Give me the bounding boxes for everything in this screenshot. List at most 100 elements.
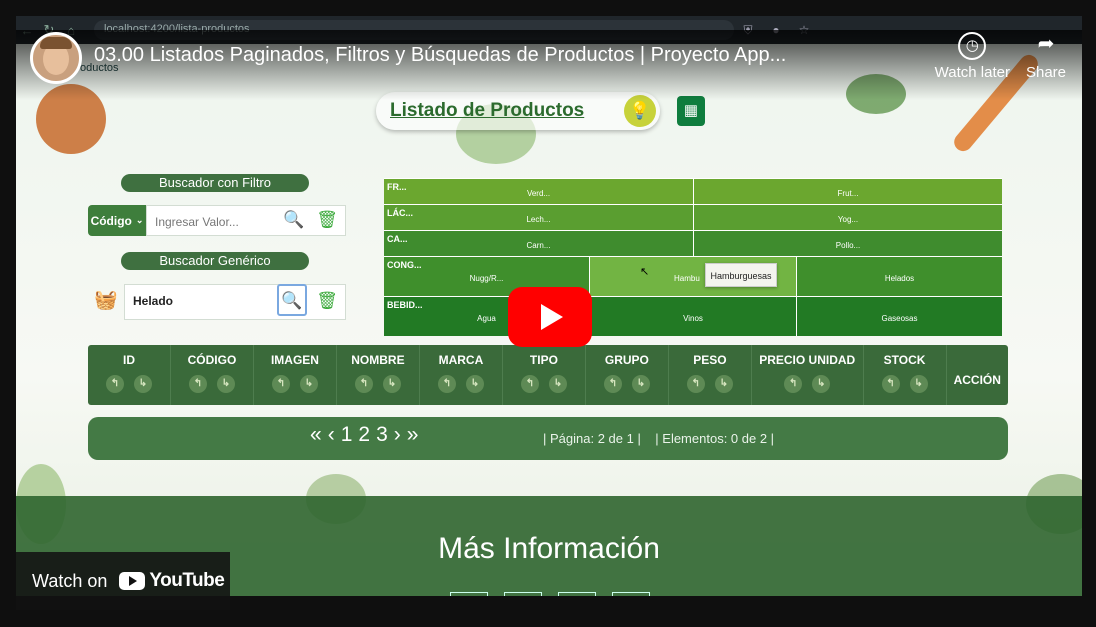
category-label[interactable]: LÁC...: [387, 208, 413, 218]
column-header: ID ↰ ↳: [88, 345, 171, 405]
column-header-label: GRUPO: [604, 353, 649, 367]
play-icon: [541, 304, 563, 330]
channel-avatar[interactable]: [30, 32, 82, 84]
page-nav: « ‹ 1 2 3 › »: [310, 423, 418, 447]
category-row: CONG... Nugg/R... Hambu Helados: [384, 256, 1002, 296]
table-header: ID ↰ ↳ CÓDIGO ↰ ↳ IMAGEN ↰ ↳ NOMBRE ↰ ↳ MARCA ↰ ↳ …: [88, 345, 1008, 405]
youtube-logo: YouTube: [119, 570, 225, 592]
column-header-label: PESO: [693, 353, 727, 367]
sort-asc-icon[interactable]: ↰: [105, 375, 124, 393]
prev-page-button[interactable]: ‹: [328, 423, 335, 447]
clock-icon: ◷: [958, 32, 987, 60]
sort-desc-icon[interactable]: ↳: [299, 375, 318, 393]
pagination-info: | Página: 2 de 1 | | Elementos: 0 de 2 |: [543, 431, 774, 446]
video-frame[interactable]: ← ↻ ⌂ localhost:4200/lista-productos ⛨ ●…: [0, 0, 1096, 627]
column-header: TIPO ↰ ↳: [503, 345, 586, 405]
search-icon[interactable]: 🔍: [279, 205, 309, 235]
generic-search-title: Buscador Genérico: [121, 252, 309, 270]
avatar-hair: [40, 37, 72, 49]
category-label[interactable]: CONG...: [387, 260, 422, 270]
column-header-action: ACCIÓN: [947, 345, 1008, 405]
sort-desc-icon[interactable]: ↳: [382, 375, 401, 393]
column-header-label: ACCIÓN: [953, 373, 1001, 387]
sort-desc-icon[interactable]: ↳: [133, 375, 152, 393]
sort-asc-icon[interactable]: ↰: [520, 375, 539, 393]
sort-desc-icon[interactable]: ↳: [631, 375, 650, 393]
sort-desc-icon[interactable]: ↳: [216, 375, 235, 393]
subcategory-cell[interactable]: Vinos: [589, 296, 796, 336]
pagination-bar: « ‹ 1 2 3 › » | Página: 2 de 1 | | Eleme…: [88, 417, 1008, 460]
watch-on-youtube-button[interactable]: Watch on YouTube: [16, 552, 230, 610]
subcategory-cell[interactable]: Lech...: [384, 204, 693, 230]
sort-asc-icon[interactable]: ↰: [686, 375, 705, 393]
share-icon: ➦: [1037, 33, 1055, 55]
info-box[interactable]: [612, 592, 650, 596]
search-icon[interactable]: 🔍: [277, 284, 307, 316]
column-header-label: PRECIO UNIDAD: [759, 353, 856, 367]
column-header: GRUPO ↰ ↳: [586, 345, 669, 405]
page-number-button[interactable]: 2: [358, 423, 370, 447]
sort-desc-icon[interactable]: ↳: [909, 375, 928, 393]
sort-asc-icon[interactable]: ↰: [188, 375, 207, 393]
column-header: PESO ↰ ↳: [669, 345, 752, 405]
category-row: LÁC... Lech... Yog...: [384, 204, 1002, 230]
column-header: IMAGEN ↰ ↳: [254, 345, 337, 405]
share-button[interactable]: ➦ Share: [1026, 32, 1066, 81]
category-grid: FR... Verd... Frut... LÁC... Lech... Yog…: [384, 178, 1002, 336]
sort-asc-icon[interactable]: ↰: [603, 375, 622, 393]
category-row: BEBID... Agua Vinos Gaseosas: [384, 296, 1002, 336]
sort-desc-icon[interactable]: ↳: [714, 375, 733, 393]
chevron-down-icon: ⌄: [135, 215, 144, 225]
youtube-brand: YouTube: [149, 570, 225, 591]
column-header-label: NOMBRE: [351, 353, 405, 367]
subcategory-cell[interactable]: Verd...: [384, 178, 693, 204]
category-row: FR... Verd... Frut...: [384, 178, 1002, 204]
first-page-button[interactable]: «: [310, 423, 322, 447]
trash-icon[interactable]: 🗑: [312, 205, 342, 235]
youtube-play-icon: [119, 572, 146, 590]
filter-select[interactable]: Código ⌄: [88, 205, 146, 236]
info-box[interactable]: [504, 592, 542, 596]
category-label[interactable]: BEBID...: [387, 300, 423, 310]
sort-desc-icon[interactable]: ↳: [465, 375, 484, 393]
trash-icon[interactable]: 🗑: [312, 286, 342, 316]
sort-asc-icon[interactable]: ↰: [354, 375, 373, 393]
column-header-label: ID: [122, 353, 135, 367]
watch-later-button[interactable]: ◷ Watch later: [935, 32, 1010, 81]
subcategory-cell[interactable]: Frut...: [693, 178, 1002, 204]
sort-desc-icon[interactable]: ↳: [812, 375, 831, 393]
sort-asc-icon[interactable]: ↰: [437, 375, 456, 393]
sort-asc-icon[interactable]: ↰: [881, 375, 900, 393]
play-button[interactable]: [508, 287, 592, 347]
page-info: | Página: 2 de 1 |: [543, 431, 641, 446]
sort-desc-icon[interactable]: ↳: [548, 375, 567, 393]
basket-icon: 🧺: [94, 290, 118, 311]
category-label[interactable]: CA...: [387, 234, 408, 244]
column-header-label: IMAGEN: [270, 353, 319, 367]
sheets-icon[interactable]: ▦: [677, 96, 705, 126]
info-box[interactable]: [558, 592, 596, 596]
column-header-label: TIPO: [529, 353, 558, 367]
subcategory-cell[interactable]: Carn...: [384, 230, 693, 256]
subcategory-cell[interactable]: Gaseosas: [796, 296, 1002, 336]
sort-asc-icon[interactable]: ↰: [784, 375, 803, 393]
column-header: MARCA ↰ ↳: [420, 345, 503, 405]
subcategory-cell[interactable]: Yog...: [693, 204, 1002, 230]
subcategory-cell[interactable]: Pollo...: [693, 230, 1002, 256]
share-label: Share: [1025, 64, 1066, 81]
sort-asc-icon[interactable]: ↰: [271, 375, 290, 393]
list-title-text[interactable]: Listado de Productos: [390, 100, 584, 122]
filter-search-title: Buscador con Filtro: [121, 174, 309, 192]
page-number-button[interactable]: 3: [376, 423, 388, 447]
category-label[interactable]: FR...: [387, 182, 407, 192]
column-header-label: CÓDIGO: [187, 353, 237, 367]
filter-select-value: Código: [90, 213, 132, 228]
tooltip: Hamburguesas: [705, 263, 777, 287]
elements-info: | Elementos: 0 de 2 |: [655, 431, 775, 446]
subcategory-cell[interactable]: Helados: [796, 256, 1002, 296]
page-number-button[interactable]: 1: [341, 423, 353, 447]
video-title[interactable]: 03.00 Listados Paginados, Filtros y Búsq…: [94, 44, 786, 67]
info-box[interactable]: [450, 592, 488, 596]
next-page-button[interactable]: ›: [394, 423, 401, 447]
last-page-button[interactable]: »: [407, 423, 419, 447]
